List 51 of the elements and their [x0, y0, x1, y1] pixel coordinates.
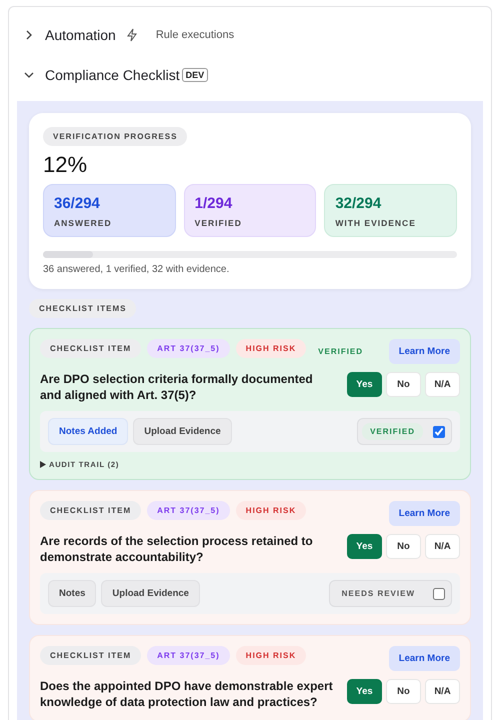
section-subtitle: Rule executions [156, 29, 234, 41]
stat-value: 1/294 [194, 195, 234, 212]
stat-value: 32/294 [335, 195, 382, 212]
answer-button[interactable]: No [386, 372, 421, 397]
answer-button[interactable]: No [386, 534, 421, 560]
upload-evidence-button[interactable]: Upload Evidence [101, 580, 200, 608]
notes-button[interactable]: Notes [48, 580, 96, 608]
answer-button[interactable]: Yes [347, 679, 382, 704]
article-tag: ART 37(37_5) [147, 339, 230, 358]
stat-label: WITH EVIDENCE [335, 218, 417, 228]
learn-more-button[interactable]: Learn More [388, 646, 460, 672]
learn-more-button[interactable]: Learn More [388, 339, 460, 364]
section-title[interactable]: Compliance Checklist [45, 67, 180, 83]
stat-label: ANSWERED [54, 218, 113, 228]
review-status: VERIFIED [362, 423, 423, 440]
answer-button[interactable]: N/A [425, 534, 460, 560]
item-tag: CHECKLIST ITEM [40, 646, 142, 666]
progress-percent: 12% [43, 152, 88, 178]
notes-button[interactable]: Notes Added [48, 418, 128, 446]
review-control[interactable]: VERIFIED [357, 418, 452, 446]
dev-badge: DEV [182, 68, 208, 82]
article-tag: ART 37(37_5) [147, 501, 230, 520]
progress-summary: 36 answered, 1 verified, 32 with evidence. [43, 264, 230, 275]
answer-button[interactable]: Yes [347, 372, 382, 397]
upload-evidence-button[interactable]: Upload Evidence [133, 418, 232, 446]
answer-button[interactable]: N/A [425, 679, 460, 704]
section-title[interactable]: Automation [45, 27, 116, 43]
risk-tag: HIGH RISK [236, 646, 306, 666]
answer-button[interactable]: N/A [425, 372, 460, 397]
question-text: Are DPO selection criteria formally documented and aligned with Art. 37(5)? [40, 372, 314, 404]
question-text: Are records of the selection process retained to demonstrate accountability? [40, 534, 314, 566]
stat-value: 36/294 [54, 195, 101, 212]
verified-checkbox[interactable] [433, 588, 445, 600]
triangle-right-icon [40, 461, 46, 468]
risk-tag: HIGH RISK [236, 501, 306, 520]
learn-more-button[interactable]: Learn More [388, 501, 460, 526]
article-tag: ART 37(37_5) [147, 646, 230, 666]
verified-checkbox[interactable] [433, 426, 445, 438]
review-status: NEEDS REVIEW [340, 588, 416, 600]
review-control[interactable]: NEEDS REVIEW [328, 580, 452, 608]
risk-tag: HIGH RISK [236, 339, 306, 358]
stat-label: VERIFIED [194, 218, 243, 228]
status-label: VERIFIED [317, 347, 364, 356]
lightning-icon [126, 28, 138, 42]
item-tag: CHECKLIST ITEM [40, 339, 142, 358]
item-tag: CHECKLIST ITEM [40, 501, 142, 520]
answer-button[interactable]: Yes [347, 534, 382, 560]
progress-label: VERIFICATION PROGRESS [43, 127, 188, 146]
answer-button[interactable]: No [386, 679, 421, 704]
items-heading: CHECKLIST ITEMS [29, 299, 136, 318]
question-text: Does the appointed DPO have demonstrable expert knowledge of data protection law and practices? [40, 679, 334, 711]
